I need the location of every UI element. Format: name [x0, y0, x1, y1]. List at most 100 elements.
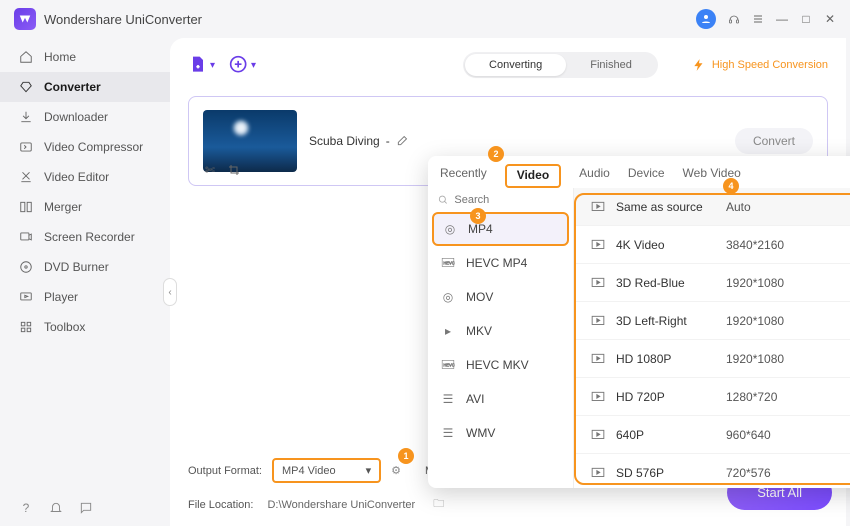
callout-1: 1	[398, 448, 414, 464]
convert-button[interactable]: Convert	[735, 128, 813, 154]
tab-device[interactable]: Device	[628, 166, 665, 188]
tab-audio[interactable]: Audio	[579, 166, 610, 188]
resolution-value: 1280*720	[726, 390, 850, 404]
support-icon[interactable]	[728, 13, 740, 25]
toolbox-icon	[18, 319, 34, 335]
resolution-value: 1920*1080	[726, 352, 850, 366]
resolution-row[interactable]: HD 1080P1920*1080	[574, 340, 850, 378]
sidebar-item-label: Home	[44, 50, 76, 64]
resolution-label: 3D Red-Blue	[616, 276, 726, 290]
format-label: MKV	[466, 324, 492, 338]
output-format-value: MP4 Video	[282, 465, 336, 477]
app-logo	[14, 8, 36, 30]
file-name: Scuba Diving	[309, 134, 380, 148]
sidebar-item-downloader[interactable]: Downloader	[0, 102, 170, 132]
tab-video[interactable]: Video	[505, 164, 561, 188]
downloader-icon	[18, 109, 34, 125]
svg-text:HEVC: HEVC	[443, 363, 454, 368]
sidebar-item-compressor[interactable]: Video Compressor	[0, 132, 170, 162]
sidebar-item-dvd[interactable]: DVD Burner	[0, 252, 170, 282]
sidebar-collapse-handle[interactable]: ‹	[163, 278, 177, 306]
resolution-row[interactable]: 3D Left-Right1920*1080	[574, 302, 850, 340]
avatar[interactable]	[696, 9, 716, 29]
format-mov[interactable]: ◎MOV	[428, 280, 573, 314]
rename-icon[interactable]	[396, 133, 410, 150]
sidebar-item-editor[interactable]: Video Editor	[0, 162, 170, 192]
format-mkv[interactable]: ▸ MKV	[428, 314, 573, 348]
play-rect-icon	[588, 239, 608, 251]
sidebar-item-label: Toolbox	[44, 320, 85, 334]
status-toggle[interactable]: Converting Finished	[463, 52, 658, 78]
file-dash: -	[386, 134, 390, 148]
output-format-label: Output Format:	[188, 465, 262, 477]
sidebar-item-label: Downloader	[44, 110, 108, 124]
resolution-value: 720*576	[726, 466, 850, 480]
disc-icon: ◎	[442, 221, 458, 237]
home-icon	[18, 49, 34, 65]
sidebar-item-merger[interactable]: Merger	[0, 192, 170, 222]
format-mp4[interactable]: ◎MP4	[432, 212, 569, 246]
close-button[interactable]: ✕	[824, 13, 836, 25]
minimize-button[interactable]: —	[776, 13, 788, 25]
tab-finished[interactable]: Finished	[566, 54, 656, 76]
file-location-value: D:\Wondershare UniConverter	[267, 499, 415, 511]
sidebar-item-home[interactable]: Home	[0, 42, 170, 72]
format-list: ◎MP4 HEVC HEVC MP4 ◎MOV ▸ MKV HEVCHEVC MKV…	[428, 188, 574, 488]
resolution-label: 4K Video	[616, 238, 726, 252]
app-title: Wondershare UniConverter	[44, 12, 202, 27]
sidebar-item-recorder[interactable]: Screen Recorder	[0, 222, 170, 252]
format-label: HEVC MP4	[466, 256, 527, 270]
notification-icon[interactable]	[48, 500, 64, 516]
resolution-row[interactable]: 3D Red-Blue1920*1080	[574, 264, 850, 302]
add-file-button[interactable]: ▾	[188, 55, 215, 75]
resolution-row[interactable]: 640P960*640	[574, 416, 850, 454]
format-search[interactable]	[428, 188, 573, 212]
maximize-button[interactable]: □	[800, 13, 812, 25]
search-icon	[438, 194, 448, 206]
play-icon: ▸	[440, 323, 456, 339]
output-format-select[interactable]: MP4 Video ▾	[272, 458, 381, 483]
format-avi[interactable]: ☰AVI	[428, 382, 573, 416]
high-speed-conversion-button[interactable]: High Speed Conversion	[692, 58, 828, 72]
trim-icon[interactable]: ✄	[203, 163, 217, 177]
resolution-label: HD 1080P	[616, 352, 726, 366]
resolution-row[interactable]: 4K Video3840*2160	[574, 226, 850, 264]
resolution-list: Same as sourceAuto4K Video3840*21603D Re…	[574, 188, 850, 488]
hevc-icon: HEVC	[440, 255, 456, 271]
sidebar-item-label: Player	[44, 290, 78, 304]
format-hevc-mp4[interactable]: HEVC HEVC MP4	[428, 246, 573, 280]
add-url-button[interactable]: ▾	[229, 55, 256, 75]
sidebar-item-converter[interactable]: Converter	[0, 72, 170, 102]
tab-recently[interactable]: Recently	[440, 166, 487, 188]
search-input[interactable]	[454, 194, 563, 206]
tab-converting[interactable]: Converting	[465, 54, 566, 76]
resolution-value: 960*640	[726, 428, 850, 442]
sidebar-item-label: Video Compressor	[44, 140, 143, 154]
resolution-row[interactable]: HD 720P1280*720	[574, 378, 850, 416]
feedback-icon[interactable]	[78, 500, 94, 516]
format-hevc-mkv[interactable]: HEVCHEVC MKV	[428, 348, 573, 382]
high-speed-label: High Speed Conversion	[712, 59, 828, 71]
help-icon[interactable]: ?	[18, 500, 34, 516]
resolution-value: Auto	[726, 200, 850, 214]
recorder-icon	[18, 229, 34, 245]
resolution-row[interactable]: SD 576P720*576	[574, 454, 850, 488]
menu-icon[interactable]	[752, 13, 764, 25]
format-popup: Recently Video Audio Device Web Video ◎M…	[428, 156, 850, 488]
resolution-row[interactable]: Same as sourceAuto	[574, 188, 850, 226]
folder-icon[interactable]: 🗀	[433, 495, 444, 514]
resolution-value: 1920*1080	[726, 276, 850, 290]
play-rect-icon	[588, 315, 608, 327]
file-location-label: File Location:	[188, 499, 253, 511]
resolution-label: 3D Left-Right	[616, 314, 726, 328]
resolution-label: HD 720P	[616, 390, 726, 404]
resolution-label: Same as source	[616, 200, 726, 214]
format-wmv[interactable]: ☰WMV	[428, 416, 573, 450]
settings-icon[interactable]: ⚙	[391, 464, 401, 477]
play-rect-icon	[588, 201, 608, 213]
sidebar-item-player[interactable]: Player	[0, 282, 170, 312]
resolution-value: 1920*1080	[726, 314, 850, 328]
sidebar-item-toolbox[interactable]: Toolbox	[0, 312, 170, 342]
chevron-down-icon: ▾	[366, 464, 372, 477]
crop-icon[interactable]	[227, 163, 241, 177]
